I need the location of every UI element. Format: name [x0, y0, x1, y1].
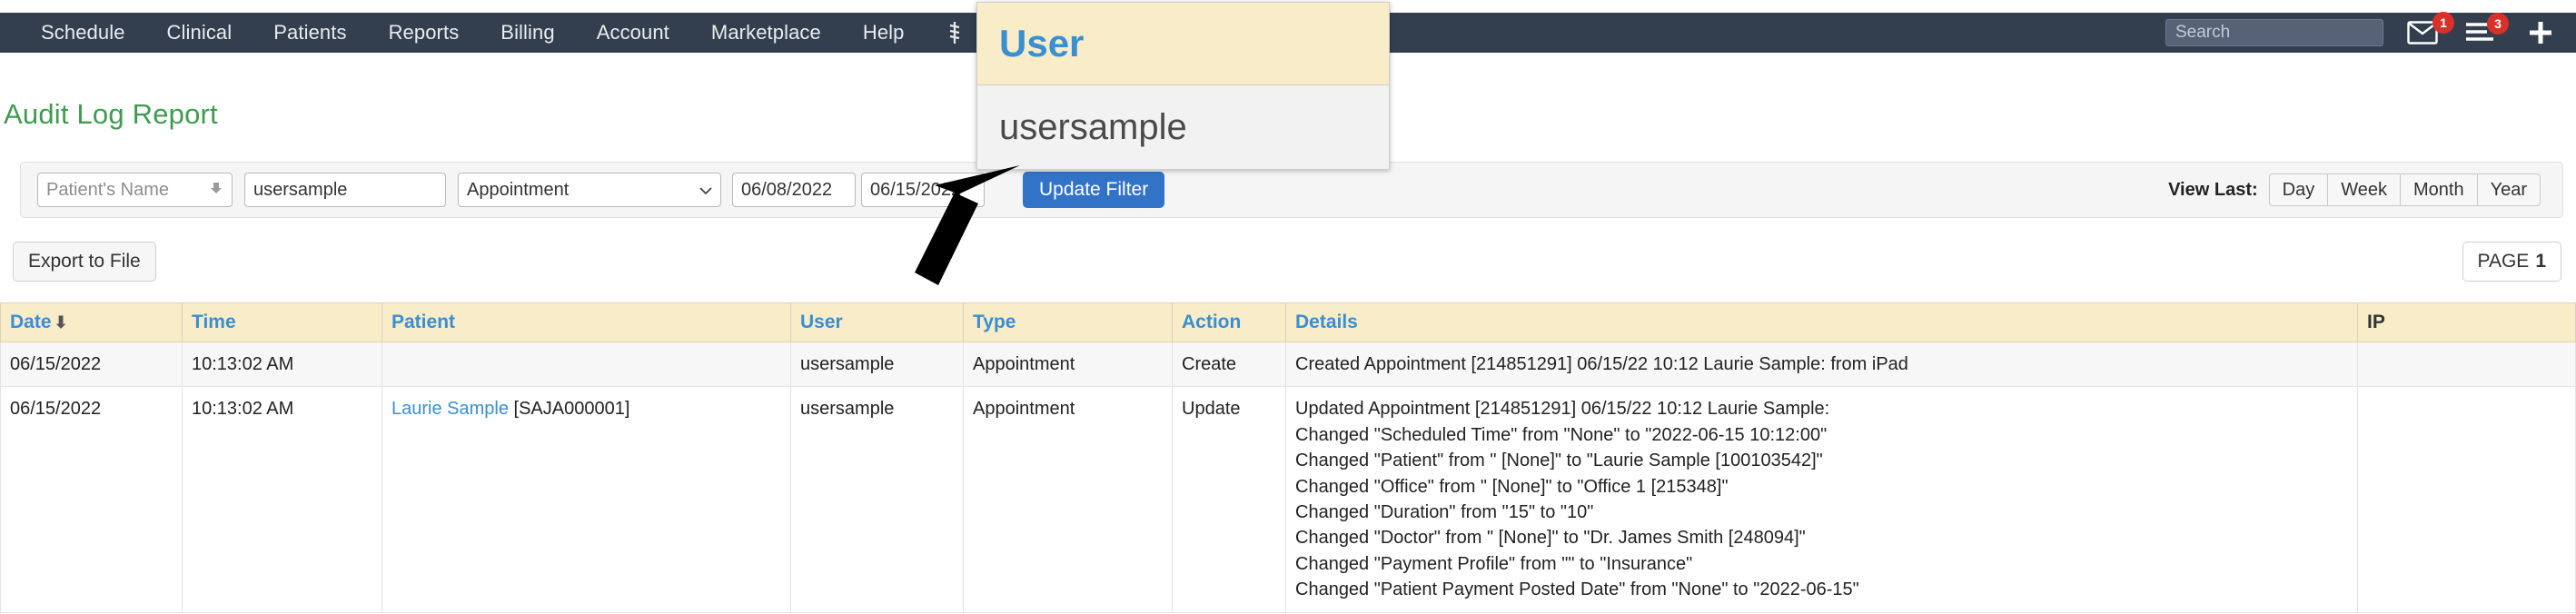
plus-icon[interactable] — [2527, 19, 2554, 46]
table-header-row: Date ⬇ Time Patient User Type Action Deta… — [0, 302, 2576, 342]
nav-item-patients[interactable]: Patients — [253, 21, 367, 45]
navbar-right-group: 1 3 — [2165, 12, 2576, 46]
zoom-overlay-body: usersample — [977, 85, 1389, 169]
filter-bar: Patient's Name Appointment Update Filter… — [20, 162, 2563, 218]
detail-line: Changed "Payment Profile" from "" to "In… — [1295, 553, 1693, 574]
cell-user: usersample — [790, 341, 964, 388]
table-header: Date ⬇ Time Patient User Type Action Deta… — [0, 302, 2576, 342]
nav-item-clinical[interactable]: Clinical — [146, 21, 253, 45]
table-body: 06/15/2022 10:13:02 AM usersample Appoin… — [0, 341, 2576, 613]
column-header-action[interactable]: Action — [1172, 302, 1286, 342]
nav-item-account[interactable]: Account — [576, 21, 690, 45]
sort-desc-icon: ⬇ — [54, 313, 68, 332]
detail-line: Updated Appointment [214851291] 06/15/22… — [1295, 399, 1830, 420]
view-last-week-button[interactable]: Week — [2328, 173, 2401, 206]
column-header-patient[interactable]: Patient — [381, 302, 791, 342]
nav-item-help[interactable]: Help — [842, 21, 926, 45]
nav-item-reports[interactable]: Reports — [368, 21, 481, 45]
patient-id: [SAJA000001] — [513, 399, 630, 420]
patient-name-placeholder: Patient's Name — [46, 179, 169, 200]
messages-badge: 1 — [2432, 12, 2454, 34]
update-filter-button[interactable]: Update Filter — [1023, 172, 1165, 208]
patient-name-field[interactable]: Patient's Name — [37, 173, 233, 207]
detail-line: Changed "Doctor" from " [None]" to "Dr. … — [1295, 528, 1806, 549]
cell-user: usersample — [790, 386, 964, 613]
view-last-group: View Last: Day Week Month Year — [2168, 173, 2541, 206]
page-title: Audit Log Report — [4, 98, 218, 130]
detail-line: Created Appointment [214851291] 06/15/22… — [1295, 354, 1908, 374]
detail-line: Changed "Patient" from " [None]" to "Lau… — [1295, 451, 1823, 471]
column-header-details[interactable]: Details — [1285, 302, 2358, 342]
view-last-year-button[interactable]: Year — [2477, 173, 2541, 206]
cell-ip — [2357, 341, 2576, 388]
export-to-file-button[interactable]: Export to File — [13, 242, 156, 282]
cell-details: Updated Appointment [214851291] 06/15/22… — [1285, 386, 2358, 613]
nav-item-billing[interactable]: Billing — [480, 21, 575, 45]
cell-patient: Laurie Sample [SAJA000001] — [381, 386, 791, 613]
type-filter-value: Appointment — [467, 179, 570, 200]
cell-date: 06/15/2022 — [0, 386, 183, 613]
audit-log-table-container: Date ⬇ Time Patient User Type Action Deta… — [0, 302, 2576, 613]
cell-type: Appointment — [963, 341, 1173, 388]
column-header-type[interactable]: Type — [963, 302, 1173, 342]
zoom-overlay-header: User — [977, 3, 1389, 85]
navbar-left-group: Schedule Clinical Patients Reports Billi… — [0, 21, 1047, 45]
view-last-label: View Last: — [2168, 179, 2258, 200]
messages-icon[interactable]: 1 — [2407, 12, 2454, 45]
audit-log-table: Date ⬇ Time Patient User Type Action Deta… — [0, 302, 2576, 613]
date-from-input[interactable] — [732, 173, 856, 207]
zoom-overlay-header-text: User — [999, 22, 1085, 64]
detail-line: Changed "Scheduled Time" from "None" to … — [1295, 424, 1828, 445]
column-header-date-label: Date — [10, 312, 52, 332]
zoom-overlay-popup: User usersample — [976, 2, 1390, 170]
view-last-day-button[interactable]: Day — [2268, 173, 2329, 206]
chevron-down-icon — [209, 180, 223, 201]
table-row: 06/15/2022 10:13:02 AM Laurie Sample [SA… — [0, 386, 2576, 613]
nav-item-marketplace[interactable]: Marketplace — [690, 21, 842, 45]
cell-patient — [381, 341, 791, 388]
view-last-month-button[interactable]: Month — [2400, 173, 2478, 206]
user-filter-input[interactable] — [244, 173, 446, 207]
page-indicator: PAGE 1 — [2462, 242, 2561, 282]
detail-line: Changed "Patient Payment Posted Date" fr… — [1295, 579, 1859, 600]
cell-ip — [2357, 386, 2576, 613]
table-row: 06/15/2022 10:13:02 AM usersample Appoin… — [0, 341, 2576, 388]
cell-time: 10:13:02 AM — [182, 386, 382, 613]
caduceus-icon[interactable] — [926, 21, 984, 45]
page-number: 1 — [2535, 251, 2546, 272]
chevron-down-icon — [699, 180, 712, 201]
menu-icon[interactable]: 3 — [2465, 13, 2509, 45]
detail-line: Changed "Office" from " [None]" to "Offi… — [1295, 476, 1729, 497]
cell-time: 10:13:02 AM — [182, 341, 382, 388]
search-input[interactable] — [2165, 19, 2383, 46]
patient-link[interactable]: Laurie Sample — [391, 399, 509, 419]
detail-line: Changed "Duration" from "15" to "10" — [1295, 501, 1594, 522]
cell-date: 06/15/2022 — [0, 341, 183, 388]
zoom-overlay-cell-text: usersample — [999, 107, 1187, 147]
view-last-segmented-control: Day Week Month Year — [2268, 173, 2541, 206]
column-header-ip: IP — [2357, 302, 2576, 342]
column-header-time[interactable]: Time — [182, 302, 382, 342]
nav-item-schedule[interactable]: Schedule — [20, 21, 146, 45]
type-filter-select[interactable]: Appointment — [458, 173, 721, 207]
column-header-date[interactable]: Date ⬇ — [0, 302, 183, 342]
menu-badge: 3 — [2487, 13, 2509, 35]
cell-action: Create — [1172, 341, 1286, 388]
cell-action: Update — [1172, 386, 1286, 613]
date-to-input[interactable] — [861, 173, 985, 207]
cell-details: Created Appointment [214851291] 06/15/22… — [1285, 341, 2358, 388]
page-label: PAGE — [2477, 251, 2530, 272]
cell-type: Appointment — [963, 386, 1173, 613]
column-header-user[interactable]: User — [790, 302, 964, 342]
